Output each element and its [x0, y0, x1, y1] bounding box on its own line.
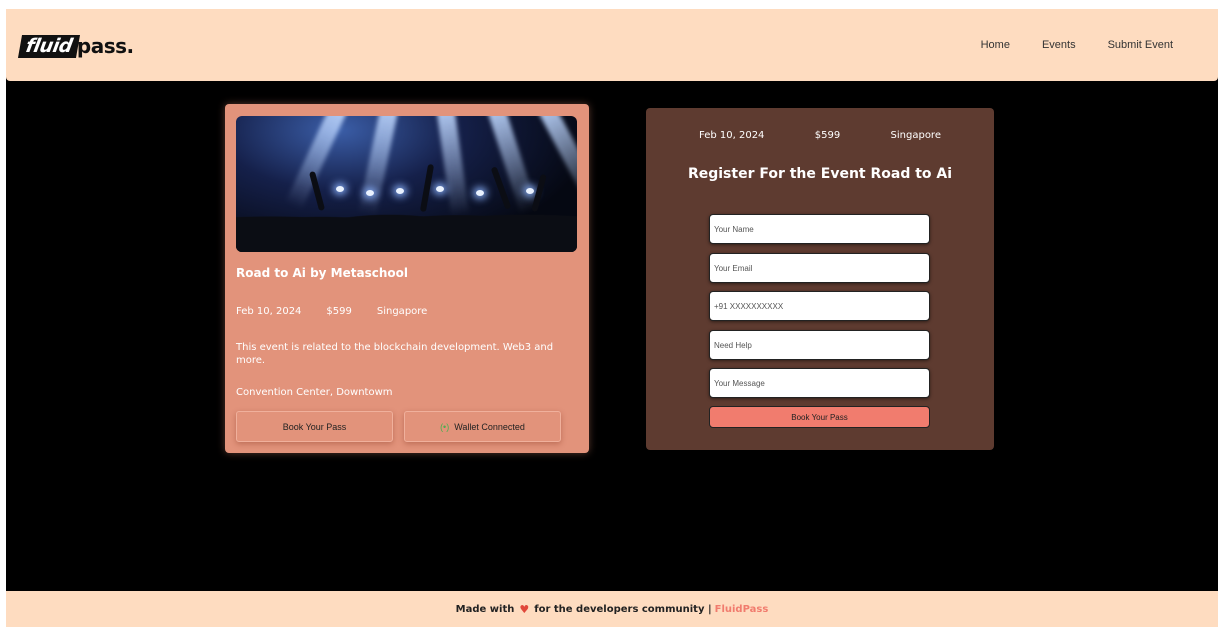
footer: Made with ♥ for the developers community…	[6, 591, 1218, 627]
logo-text: pass.	[76, 34, 134, 58]
help-field[interactable]	[709, 330, 930, 360]
app-root: fluid pass. Home Events Submit Event Roa…	[6, 9, 1218, 627]
nav-submit-event[interactable]: Submit Event	[1108, 39, 1173, 51]
message-field[interactable]	[709, 368, 930, 398]
register-price: $599	[814, 130, 841, 141]
nav-home[interactable]: Home	[981, 39, 1010, 51]
nav-events[interactable]: Events	[1042, 39, 1076, 51]
book-pass-button[interactable]: Book Your Pass	[236, 411, 393, 442]
event-price: $599	[326, 306, 352, 317]
event-location: Singapore	[376, 306, 428, 317]
event-card: Road to Ai by Metaschool Feb 10, 2024 $5…	[225, 104, 589, 453]
logo[interactable]: fluid pass.	[17, 33, 134, 59]
name-field[interactable]	[709, 214, 930, 244]
logo-mark: fluid	[17, 34, 80, 58]
register-location: Singapore	[890, 130, 941, 141]
footer-prefix: Made with	[455, 603, 515, 615]
event-image	[236, 116, 577, 252]
event-date: Feb 10, 2024	[236, 306, 302, 317]
email-field[interactable]	[709, 253, 930, 283]
nav-links: Home Events Submit Event	[981, 39, 1173, 51]
crowd-silhouette	[236, 190, 577, 252]
event-title: Road to Ai by Metaschool	[236, 266, 408, 280]
register-title: Register For the Event Road to Ai	[687, 166, 953, 182]
event-venue: Convention Center, Downtowm	[236, 387, 393, 398]
wallet-signal-icon: (•)	[440, 421, 450, 432]
event-meta: Feb 10, 2024 $599 Singapore	[236, 306, 427, 317]
register-date: Feb 10, 2024	[699, 130, 765, 141]
book-pass-label: Book Your Pass	[282, 421, 347, 432]
heart-icon: ♥	[519, 602, 530, 616]
register-panel: Feb 10, 2024 $599 Singapore Register For…	[646, 108, 994, 450]
footer-brand-link[interactable]: FluidPass	[715, 604, 769, 615]
wallet-connected-label: Wallet Connected	[454, 421, 525, 432]
phone-field[interactable]	[709, 291, 930, 321]
event-description: This event is related to the blockchain …	[236, 342, 554, 366]
register-book-pass-button[interactable]: Book Your Pass	[709, 406, 930, 428]
register-meta: Feb 10, 2024 $599 Singapore	[699, 130, 941, 141]
navbar: fluid pass. Home Events Submit Event	[6, 9, 1218, 81]
wallet-connected-button[interactable]: (•) Wallet Connected	[404, 411, 561, 442]
footer-suffix: for the developers community |	[534, 603, 712, 615]
